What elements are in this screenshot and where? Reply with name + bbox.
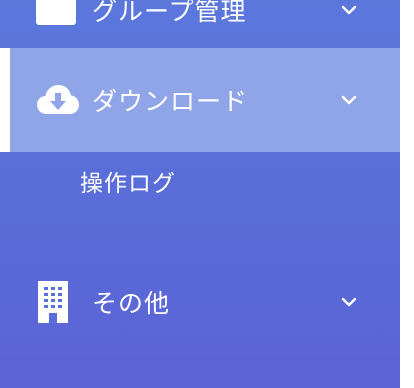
sidebar-item-label: ダウンロード	[92, 87, 249, 116]
sidebar-item-group-management[interactable]: グループ管理	[0, 0, 400, 48]
chevron-down-icon	[341, 297, 357, 307]
sidebar-item-label: グループ管理	[92, 0, 247, 26]
sidebar-item-label: その他	[92, 289, 171, 318]
sidebar: グループ管理 ダウンロード 操作ログ その他	[0, 0, 400, 388]
building-icon	[36, 281, 70, 323]
chevron-down-icon	[341, 5, 357, 15]
sidebar-item-other[interactable]: その他	[0, 262, 400, 342]
group-icon	[36, 0, 76, 25]
sidebar-item-download[interactable]: ダウンロード	[0, 48, 400, 152]
sidebar-subitem-operation-log[interactable]: 操作ログ	[80, 164, 176, 198]
cloud-download-icon	[36, 84, 80, 116]
chevron-down-icon	[341, 95, 357, 105]
